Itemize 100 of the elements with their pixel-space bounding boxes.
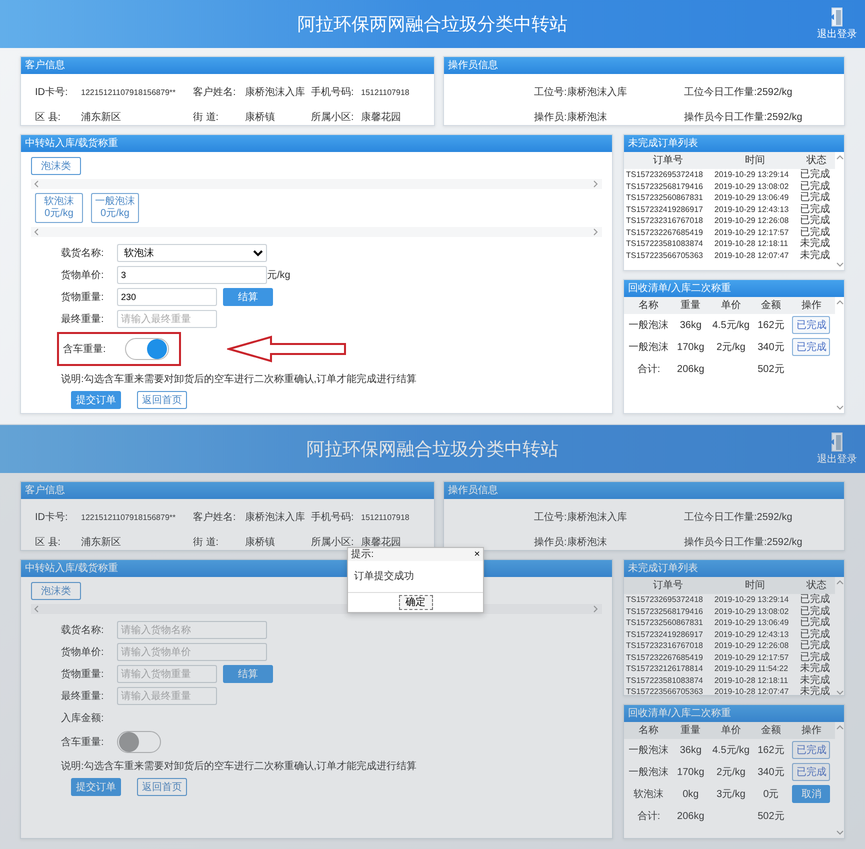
- table-cell-text: 未完成: [798, 686, 831, 695]
- field-label: 含车重量:: [61, 736, 105, 750]
- note-text: 说明:勾选含车重来需要对卸货后的空车进行二次称重确认,订单才能完成进行结算: [60, 760, 418, 774]
- toggle-switch[interactable]: [117, 731, 161, 753]
- table-cell: 4.5元/kg: [708, 314, 754, 336]
- close-button[interactable]: ×: [474, 547, 480, 562]
- app-title: 阿拉环保网融合垃圾分类中转站: [306, 438, 558, 460]
- scroll-up-icon[interactable]: [836, 299, 844, 307]
- info-text: 操作员今日工作量:2592/kg: [684, 536, 804, 550]
- table-cell-text: 一般泡沫: [628, 766, 670, 780]
- scroll-down-icon[interactable]: [836, 403, 844, 411]
- panel-title: 回收清单/入库二次称重: [624, 705, 844, 722]
- scroll-down-icon[interactable]: [836, 260, 844, 268]
- field-value: 12215121107918156879**: [81, 512, 177, 524]
- scroll-up-icon[interactable]: [836, 724, 844, 732]
- field-value: 浦东新区: [81, 536, 122, 550]
- table-cell: 一般泡沫: [624, 314, 674, 336]
- panel-title: 客户信息: [21, 57, 434, 74]
- category-button[interactable]: 泡沫类: [31, 582, 81, 600]
- chevron-right-icon[interactable]: [592, 228, 600, 236]
- action-button[interactable]: 已完成: [792, 741, 830, 759]
- input-field[interactable]: 请输入货物重量: [117, 665, 217, 683]
- column-header: 状态: [798, 152, 835, 169]
- input-field[interactable]: 请输入货物单价: [117, 643, 267, 661]
- chevron-left-icon[interactable]: [33, 605, 41, 613]
- table-cell-text: TS157232568179416: [625, 180, 704, 192]
- field-label: 手机号码:: [311, 510, 355, 525]
- field-label: 货物单价:: [61, 268, 105, 282]
- action-button[interactable]: 取消: [792, 785, 830, 803]
- chevron-left-icon[interactable]: [33, 180, 41, 188]
- column-header: 单价: [708, 722, 754, 739]
- action-button[interactable]: 已完成: [792, 338, 830, 356]
- info-text: 工位号:康桥泡沫入库: [534, 86, 628, 100]
- action-button[interactable]: 已完成: [792, 763, 830, 781]
- field-label: 所属小区:: [311, 110, 355, 125]
- scroll-up-icon[interactable]: [836, 154, 844, 162]
- submit-button[interactable]: 提交订单: [71, 778, 121, 796]
- table-cell-text: 已完成: [798, 204, 831, 214]
- table-cell-text: TS157232316767018: [625, 640, 704, 652]
- scroll-up-icon[interactable]: [836, 579, 844, 587]
- panel-title: 未完成订单列表: [624, 560, 844, 577]
- column-header: 状态: [798, 577, 835, 594]
- goods-card[interactable]: 一般泡沫 0元/kg: [91, 193, 139, 223]
- input-field[interactable]: 请输入货物名称: [117, 621, 267, 639]
- toggle-switch[interactable]: [125, 338, 169, 360]
- input-field[interactable]: 230: [117, 288, 217, 306]
- table-cell-text: TS157232419286917: [625, 628, 704, 640]
- table-cell-text: 0元: [762, 788, 780, 802]
- door-icon: [829, 6, 845, 26]
- panel-title: 操作员信息: [444, 57, 844, 74]
- logout-button[interactable]: 退出登录: [817, 6, 857, 42]
- field-label: 街 道:: [193, 111, 220, 125]
- total-text: 206kg: [677, 810, 704, 822]
- table-cell-text: TS157223566705363: [625, 686, 704, 695]
- table-cell-text: 2019-10-29 12:17:57: [713, 652, 790, 663]
- column-header: 时间: [712, 152, 798, 169]
- action-button[interactable]: 已完成: [792, 316, 830, 334]
- table-cell-text: 2019-10-29 13:08:02: [713, 180, 790, 192]
- scroll-down-icon[interactable]: [836, 828, 844, 836]
- table-cell: 162元: [754, 739, 788, 761]
- table-cell-text: TS157232419286917: [625, 204, 704, 215]
- info-text: 工位今日工作量:2592/kg: [684, 86, 794, 100]
- goods-card[interactable]: 软泡沫 0元/kg: [35, 193, 83, 223]
- chevron-right-icon[interactable]: [592, 180, 600, 188]
- settle-button[interactable]: 结算: [223, 665, 273, 683]
- logout-button[interactable]: 退出登录: [817, 432, 857, 466]
- table-cell-text: 2019-10-29 12:26:08: [713, 640, 790, 652]
- table-cell-text: 2元/kg: [716, 766, 746, 780]
- table-cell-text: 170kg: [676, 766, 706, 780]
- chevron-left-icon[interactable]: [33, 228, 41, 236]
- input-field[interactable]: 3: [117, 266, 267, 284]
- table-cell-text: 已完成: [798, 640, 831, 652]
- column-header: 重量: [673, 722, 708, 739]
- back-button[interactable]: 返回首页: [137, 391, 187, 409]
- category-button[interactable]: 泡沫类: [31, 157, 81, 175]
- back-button[interactable]: 返回首页: [137, 778, 187, 796]
- goods-select[interactable]: 软泡沫: [117, 244, 267, 262]
- table-cell-text: TS157232126178814: [625, 663, 704, 674]
- chevron-right-icon[interactable]: [592, 605, 600, 613]
- field-label: 货物单价:: [61, 646, 105, 660]
- submit-button[interactable]: 提交订单: [71, 391, 121, 409]
- settle-button[interactable]: 结算: [223, 288, 273, 306]
- column-header: 订单号: [624, 577, 712, 594]
- table-cell-text: 2019-10-29 12:17:57: [713, 226, 790, 238]
- dialog-title: 提示:: [351, 548, 374, 562]
- table-cell-text: TS157232568179416: [625, 606, 704, 617]
- confirm-button[interactable]: 确定: [398, 595, 432, 610]
- input-field[interactable]: 请输入最终重量: [117, 687, 217, 705]
- field-label: 入库金额:: [61, 712, 105, 726]
- scroll-down-icon[interactable]: [836, 688, 844, 695]
- field-label: 载货名称:: [61, 624, 105, 638]
- table-cell-text: 2019-10-29 13:06:49: [713, 617, 790, 628]
- column-header: 操作: [788, 297, 835, 314]
- field-value: 康桥泡沫入库: [245, 510, 306, 525]
- field-label: 街 道:: [193, 536, 220, 550]
- table-cell: 36kg: [673, 314, 708, 336]
- input-field[interactable]: 请输入最终重量: [117, 310, 217, 328]
- table-cell: TS157232695372418: [624, 169, 712, 180]
- total-text: 合计:: [637, 810, 660, 822]
- field-value: 康桥镇: [245, 536, 276, 550]
